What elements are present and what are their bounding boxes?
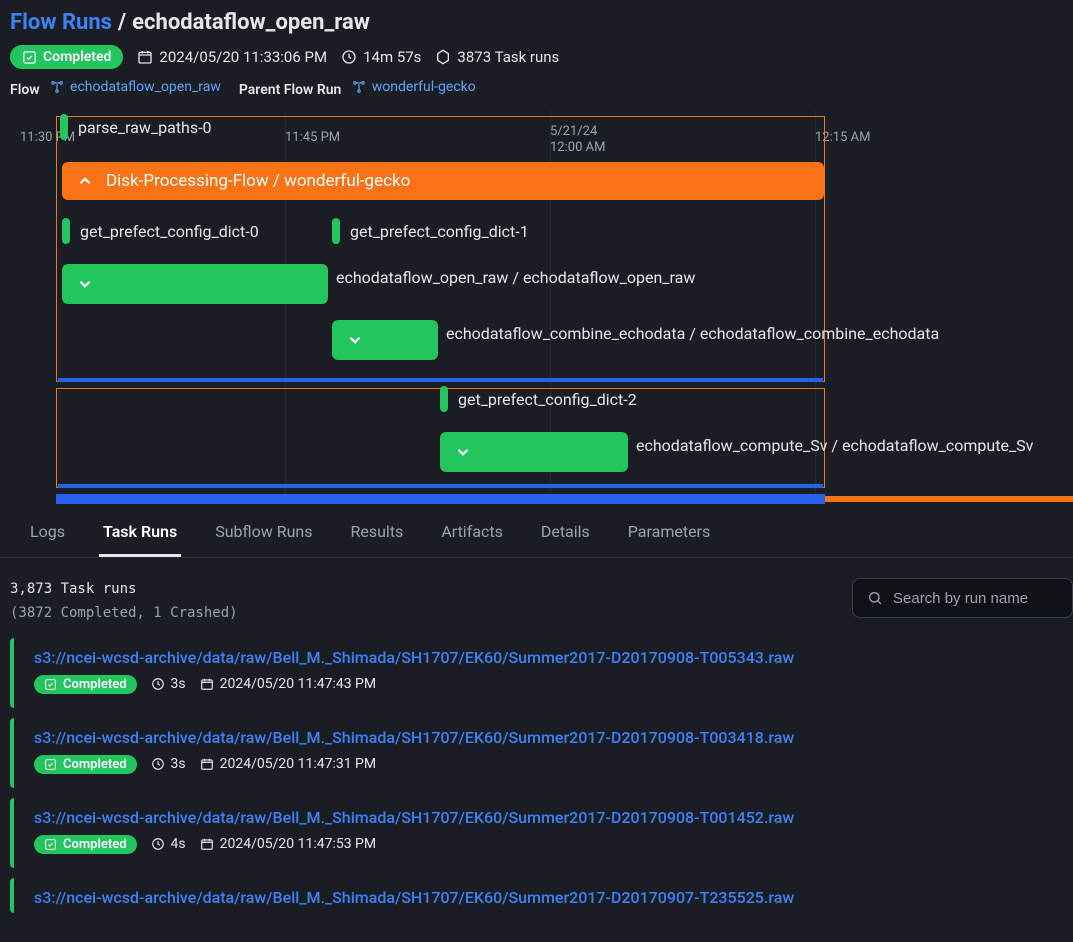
task-run-name-link[interactable]: s3://ncei-wcsd-archive/data/raw/Bell_M._… [34, 648, 794, 667]
calendar-icon [200, 837, 214, 851]
task-run-name-link[interactable]: s3://ncei-wcsd-archive/data/raw/Bell_M._… [34, 808, 794, 827]
status-pip-icon [60, 114, 68, 140]
nodes-icon [50, 80, 64, 94]
tab-details[interactable]: Details [541, 522, 590, 557]
parent-flow-link[interactable]: wonderful-gecko [352, 79, 476, 95]
subflow-header[interactable]: Disk-Processing-Flow / wonderful-gecko [62, 162, 824, 200]
tab-parameters[interactable]: Parameters [628, 522, 710, 557]
status-pip-icon [440, 386, 448, 412]
task-run-name-link[interactable]: s3://ncei-wcsd-archive/data/raw/Bell_M._… [34, 888, 794, 907]
status-badge: Completed [10, 45, 123, 69]
task-run-list: s3://ncei-wcsd-archive/data/raw/Bell_M._… [0, 638, 1073, 913]
tab-results[interactable]: Results [351, 522, 404, 557]
task-run-timestamp: 2024/05/20 11:47:43 PM [200, 676, 377, 692]
task-run-card[interactable]: s3://ncei-wcsd-archive/data/raw/Bell_M._… [10, 798, 1073, 868]
run-taskcount: 3873 Task runs [435, 48, 559, 66]
flow-label: Flow [10, 82, 40, 98]
clock-icon [151, 677, 165, 691]
task-run-duration: 4s [151, 836, 186, 852]
search-input[interactable] [893, 590, 1058, 607]
clock-icon [151, 837, 165, 851]
breadcrumb: Flow Runs / echodataflow_open_raw [10, 10, 1063, 35]
nodes-icon [352, 80, 366, 94]
run-datetime: 2024/05/20 11:33:06 PM [137, 48, 327, 66]
parent-flow-label: Parent Flow Run [239, 82, 341, 98]
task-get-prefect-config-dict-1[interactable]: get_prefect_config_dict-1 [332, 218, 529, 244]
check-icon [44, 678, 57, 691]
subflow-compute-sv-bar[interactable] [440, 432, 628, 472]
calendar-icon [137, 49, 153, 65]
tab-subflow-runs[interactable]: Subflow Runs [215, 522, 312, 557]
gantt-timeline[interactable]: 11:30 PM 11:45 PM 5/21/24 12:00 AM 12:15… [0, 110, 1073, 504]
task-get-prefect-config-dict-2[interactable]: get_prefect_config_dict-2 [440, 386, 637, 412]
tabs: Logs Task Runs Subflow Runs Results Arti… [0, 504, 1073, 558]
tab-artifacts[interactable]: Artifacts [441, 522, 503, 557]
search-box[interactable] [852, 578, 1073, 618]
subflow-combine-echodata-bar[interactable] [332, 320, 438, 360]
flow-link[interactable]: echodataflow_open_raw [50, 79, 221, 95]
status-badge: Completed [34, 835, 137, 854]
clock-icon [341, 49, 357, 65]
clock-icon [151, 757, 165, 771]
hexagon-icon [435, 49, 451, 65]
calendar-icon [200, 677, 214, 691]
check-icon [44, 838, 57, 851]
task-parse-raw-paths[interactable]: parse_raw_paths-0 [60, 114, 212, 140]
check-icon [22, 50, 37, 65]
task-run-name-link[interactable]: s3://ncei-wcsd-archive/data/raw/Bell_M._… [34, 728, 794, 747]
chevron-down-icon [76, 275, 94, 293]
task-run-count: 3,873 Task runs (3872 Completed, 1 Crash… [10, 578, 238, 626]
tab-task-runs[interactable]: Task Runs [103, 522, 177, 557]
task-run-card[interactable]: s3://ncei-wcsd-archive/data/raw/Bell_M._… [10, 638, 1073, 708]
task-run-timestamp: 2024/05/20 11:47:31 PM [200, 756, 377, 772]
task-run-duration: 3s [151, 676, 186, 692]
calendar-icon [200, 757, 214, 771]
task-run-duration: 3s [151, 756, 186, 772]
subflow-compute-sv-label[interactable]: echodataflow_compute_Sv / echodataflow_c… [636, 436, 1033, 455]
search-icon [867, 590, 883, 606]
breadcrumb-sep: / [118, 10, 126, 35]
task-run-card[interactable]: s3://ncei-wcsd-archive/data/raw/Bell_M._… [10, 718, 1073, 788]
chevron-up-icon [76, 172, 94, 190]
status-pip-icon [62, 218, 70, 244]
breadcrumb-current: echodataflow_open_raw [132, 10, 370, 35]
subflow-open-raw-bar[interactable] [62, 264, 328, 304]
status-badge: Completed [34, 675, 137, 694]
check-icon [44, 758, 57, 771]
status-pip-icon [332, 218, 340, 244]
tab-logs[interactable]: Logs [30, 522, 65, 557]
subflow-combine-echodata-label[interactable]: echodataflow_combine_echodata / echodata… [446, 324, 939, 343]
task-run-timestamp: 2024/05/20 11:47:53 PM [200, 836, 377, 852]
subflow-open-raw-label[interactable]: echodataflow_open_raw / echodataflow_ope… [336, 268, 695, 287]
task-get-prefect-config-dict-0[interactable]: get_prefect_config_dict-0 [62, 218, 259, 244]
run-duration: 14m 57s [341, 48, 421, 66]
chevron-down-icon [346, 331, 364, 349]
chevron-down-icon [454, 443, 472, 461]
flow-runs-link[interactable]: Flow Runs [10, 10, 112, 35]
status-badge: Completed [34, 755, 137, 774]
status-text: Completed [43, 49, 111, 65]
task-run-card[interactable]: s3://ncei-wcsd-archive/data/raw/Bell_M._… [10, 878, 1073, 913]
